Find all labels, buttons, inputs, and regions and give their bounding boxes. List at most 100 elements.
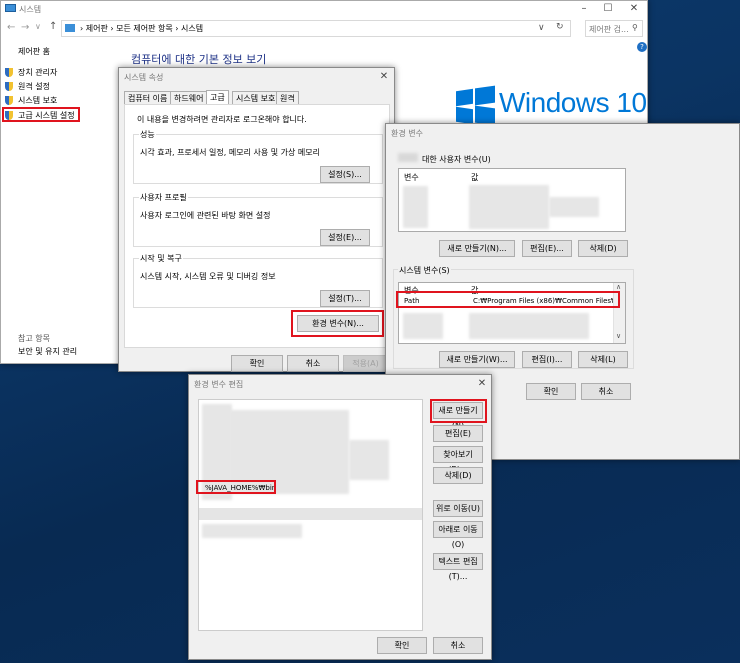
page-title: 컴퓨터에 대한 기본 정보 보기 bbox=[131, 53, 267, 66]
tab-panel: 이 내용을 변경하려면 관리자로 로그온해야 합니다. 성능 시각 효과, 프로… bbox=[124, 104, 390, 348]
tab-system-protection[interactable]: 시스템 보호 bbox=[232, 91, 280, 104]
user-vars-label: 대한 사용자 변수(U) bbox=[422, 155, 491, 164]
tab-computer-name[interactable]: 컴퓨터 이름 bbox=[124, 91, 172, 104]
system-properties-dialog: 시스템 속성 ✕ 컴퓨터 이름 하드웨어 고급 시스템 보호 원격 이 내용을 … bbox=[118, 67, 395, 372]
tab-remote[interactable]: 원격 bbox=[276, 91, 299, 104]
user-delete-button[interactable]: 삭제(D) bbox=[578, 240, 628, 257]
control-panel-icon bbox=[65, 24, 75, 32]
shield-icon bbox=[5, 82, 13, 91]
shield-icon bbox=[5, 96, 13, 105]
security-link[interactable]: 보안 및 유지 관리 bbox=[18, 346, 77, 357]
highlight-path-row bbox=[396, 291, 620, 308]
address-bar[interactable]: › 제어판 › 모든 제어판 항목 › 시스템 ∨ ↻ bbox=[61, 20, 571, 37]
edit-move-up-button[interactable]: 위로 이동(U) bbox=[433, 500, 483, 517]
edit-title: 환경 변수 편집 bbox=[194, 380, 244, 389]
scroll-down-icon[interactable]: ∨ bbox=[616, 332, 621, 340]
windows-logo-text: Windows 10 bbox=[499, 87, 647, 118]
help-icon[interactable]: ? bbox=[637, 42, 647, 52]
startup-settings-button[interactable]: 설정(T)... bbox=[320, 290, 370, 307]
sidebar-item-label: 시스템 보호 bbox=[18, 96, 58, 105]
windows-logo-icon bbox=[456, 85, 496, 126]
tab-strip: 컴퓨터 이름 하드웨어 고급 시스템 보호 원격 bbox=[124, 90, 390, 105]
redacted-entries bbox=[202, 524, 302, 538]
sys-props-title: 시스템 속성 bbox=[124, 73, 164, 82]
sys-delete-button[interactable]: 삭제(L) bbox=[578, 351, 628, 368]
col-header-variable[interactable]: 변수 bbox=[404, 172, 419, 183]
system-titlebar: 시스템 – ☐ ✕ bbox=[1, 1, 647, 17]
computer-icon bbox=[5, 4, 16, 12]
profile-settings-button[interactable]: 설정(E)... bbox=[320, 229, 370, 246]
breadcrumb-item[interactable]: 제어판 bbox=[86, 24, 108, 33]
sys-cancel-button[interactable]: 취소 bbox=[287, 355, 339, 372]
edit-edit-button[interactable]: 편집(E) bbox=[433, 425, 483, 442]
highlight-new-entry bbox=[196, 480, 276, 494]
env-cancel-button[interactable]: 취소 bbox=[581, 383, 631, 400]
sys-new-button[interactable]: 새로 만들기(W)... bbox=[439, 351, 515, 368]
close-icon[interactable]: ✕ bbox=[471, 376, 493, 392]
minimize-icon[interactable]: – bbox=[573, 1, 595, 17]
startup-label: 시작 및 복구 bbox=[139, 253, 183, 264]
search-box[interactable]: 제어판 검... ⚲ bbox=[585, 20, 643, 37]
highlight-new-button bbox=[430, 399, 487, 423]
redacted-rows bbox=[549, 197, 599, 217]
sys-edit-button[interactable]: 편집(I)... bbox=[522, 351, 572, 368]
sidebar-home-link[interactable]: 제어판 홈 bbox=[18, 46, 50, 57]
redacted-username bbox=[398, 153, 418, 162]
tab-hardware[interactable]: 하드웨어 bbox=[170, 91, 208, 104]
edit-delete-button[interactable]: 삭제(D) bbox=[433, 467, 483, 484]
forward-arrow-icon[interactable]: → bbox=[21, 22, 29, 33]
performance-group: 성능 시각 효과, 프로세서 일정, 메모리 사용 및 가상 메모리 설정(S)… bbox=[133, 129, 383, 184]
refresh-icon[interactable]: ↻ bbox=[556, 22, 564, 32]
performance-settings-button[interactable]: 설정(S)... bbox=[320, 166, 370, 183]
startup-recovery-group: 시작 및 복구 시스템 시작, 시스템 오류 및 디버깅 정보 설정(T)... bbox=[133, 253, 383, 308]
tab-advanced[interactable]: 고급 bbox=[206, 90, 229, 104]
performance-label: 성능 bbox=[139, 129, 156, 140]
address-dropdown-icon[interactable]: ∨ bbox=[538, 23, 545, 33]
redacted-rows bbox=[469, 185, 549, 229]
env-ok-button[interactable]: 확인 bbox=[526, 383, 576, 400]
breadcrumb-item[interactable]: 모든 제어판 항목 bbox=[116, 24, 173, 33]
maximize-icon[interactable]: ☐ bbox=[597, 1, 619, 17]
nav-bar: ← → ∨ ↑ › 제어판 › 모든 제어판 항목 › 시스템 ∨ ↻ 제어판 … bbox=[1, 19, 649, 39]
search-icon[interactable]: ⚲ bbox=[632, 23, 638, 32]
selected-path-entry[interactable] bbox=[199, 508, 422, 520]
path-entries-list[interactable] bbox=[198, 399, 423, 631]
highlight-advanced-settings bbox=[2, 107, 80, 122]
sys-ok-button[interactable]: 확인 bbox=[231, 355, 283, 372]
highlight-env-button bbox=[291, 310, 384, 337]
col-header-value[interactable]: 값 bbox=[471, 172, 478, 183]
edit-env-dialog: 환경 변수 편집 ✕ %JAVA_HOME%₩bin 새로 만들기(N) 편집(… bbox=[188, 374, 492, 660]
edit-ok-button[interactable]: 확인 bbox=[377, 637, 427, 654]
edit-browse-button[interactable]: 찾아보기(B)... bbox=[433, 446, 483, 474]
see-also-heading: 참고 항목 bbox=[18, 334, 50, 343]
redacted-rows bbox=[469, 313, 589, 339]
back-arrow-icon[interactable]: ← bbox=[7, 22, 15, 33]
user-edit-button[interactable]: 편집(E)... bbox=[522, 240, 572, 257]
sidebar-item-label: 장치 관리자 bbox=[18, 68, 58, 77]
redacted-entries bbox=[349, 440, 389, 480]
shield-icon bbox=[5, 68, 13, 77]
sys-apply-button[interactable]: 적용(A) bbox=[343, 355, 388, 372]
startup-desc: 시스템 시작, 시스템 오류 및 디버깅 정보 bbox=[140, 272, 276, 281]
user-profile-label: 사용자 프로필 bbox=[139, 192, 188, 203]
env-title: 환경 변수 bbox=[391, 129, 423, 138]
system-vars-label: 시스템 변수(S) bbox=[398, 265, 451, 276]
search-input[interactable]: 제어판 검... bbox=[589, 24, 629, 35]
close-icon[interactable]: ✕ bbox=[373, 69, 395, 85]
edit-move-down-button[interactable]: 아래로 이동(O) bbox=[433, 521, 483, 549]
windows-logo bbox=[456, 85, 496, 126]
user-new-button[interactable]: 새로 만들기(N)... bbox=[439, 240, 515, 257]
scroll-up-icon[interactable]: ∧ bbox=[616, 283, 621, 291]
up-arrow-icon[interactable]: ↑ bbox=[49, 21, 57, 32]
close-icon[interactable]: ✕ bbox=[623, 1, 645, 17]
edit-text-button[interactable]: 텍스트 편집(T)... bbox=[433, 553, 483, 581]
edit-cancel-button[interactable]: 취소 bbox=[433, 637, 483, 654]
recent-dropdown-icon[interactable]: ∨ bbox=[35, 22, 41, 31]
redacted-rows bbox=[403, 186, 428, 228]
sys-props-titlebar: 시스템 속성 ✕ bbox=[119, 68, 394, 84]
system-window-title: 시스템 bbox=[19, 5, 42, 14]
user-profile-desc: 사용자 로그인에 관련된 바탕 화면 설정 bbox=[140, 211, 271, 220]
breadcrumb-item[interactable]: 시스템 bbox=[181, 24, 203, 33]
sidebar-item-label: 원격 설정 bbox=[18, 82, 50, 91]
user-vars-list[interactable]: 변수 값 bbox=[398, 168, 626, 232]
